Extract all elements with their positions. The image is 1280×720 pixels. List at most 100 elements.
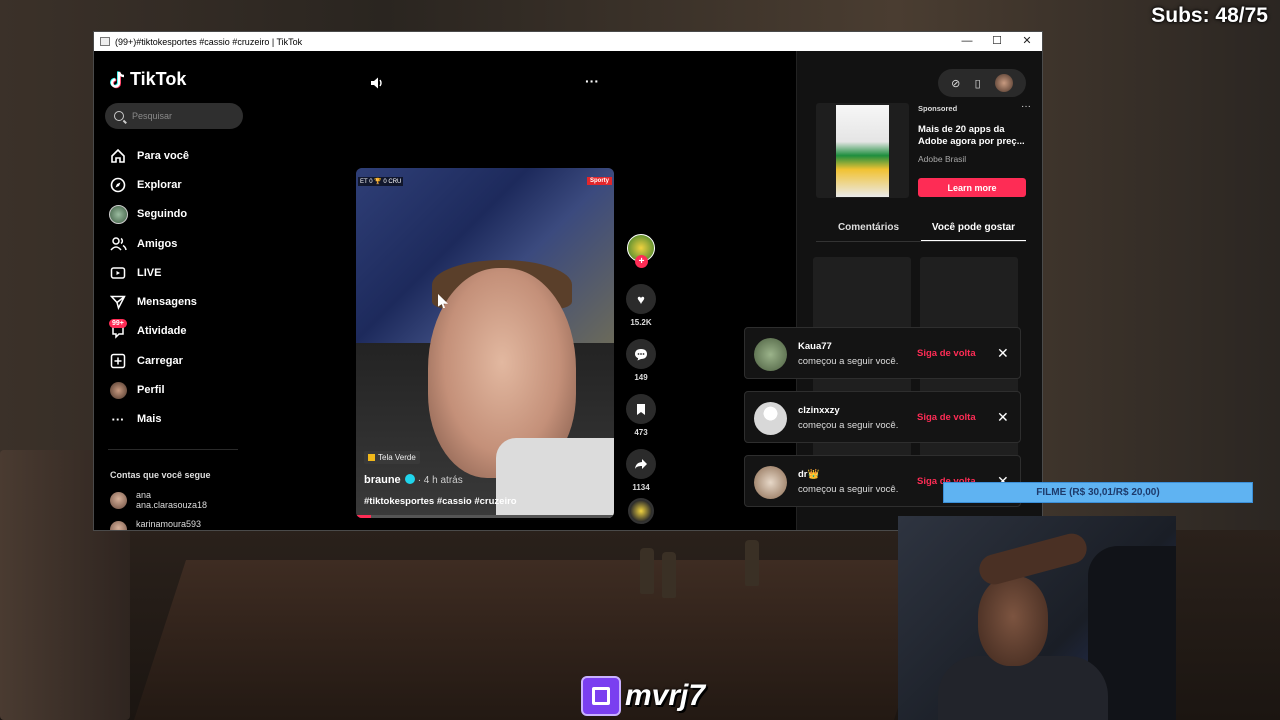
ad-brand[interactable]: Adobe Brasil: [918, 154, 966, 164]
search-icon: [114, 111, 124, 121]
sidebar: TikTok Pesquisar Para você Explorar Segu…: [94, 51, 254, 530]
twitch-handle-overlay: mvrj7: [581, 676, 705, 716]
upload-icon: [108, 351, 128, 371]
tab-comentarios[interactable]: Comentários: [816, 222, 921, 242]
bottle: [745, 540, 759, 586]
friends-icon: [108, 234, 128, 254]
maximize-button[interactable]: ☐: [982, 32, 1012, 51]
tab-voce-pode-gostar[interactable]: Você pode gostar: [921, 222, 1026, 242]
close-button[interactable]: ✕: [1012, 32, 1042, 51]
donation-goal-bar: FILME (R$ 30,01/R$ 20,00): [943, 482, 1253, 503]
window-titlebar[interactable]: (99+)#tiktokesportes #cassio #cruzeiro |…: [94, 32, 1042, 51]
more-icon: ···: [111, 411, 125, 427]
notification-user[interactable]: dr👑: [798, 469, 819, 480]
notification-text: começou a seguir você.: [798, 484, 899, 495]
close-icon[interactable]: ✕: [997, 409, 1009, 426]
sidebar-item-label: Carregar: [137, 354, 183, 367]
streamer-head: [978, 576, 1048, 666]
activity-badge: 99+: [109, 318, 127, 328]
bottle: [640, 548, 654, 594]
sidebar-item-mensagens[interactable]: Mensagens: [108, 287, 248, 316]
sidebar-item-atividade[interactable]: 99+ Atividade: [108, 317, 248, 346]
sponsored-label: Sponsored: [918, 104, 958, 113]
music-disc-icon[interactable]: [628, 498, 654, 524]
video-player[interactable]: ET 0 🏆 0 CRU Sporty Tela Verde braune · 4…: [356, 168, 614, 518]
avatar[interactable]: [754, 466, 787, 499]
minimize-button[interactable]: —: [952, 32, 982, 51]
video-progress-bar[interactable]: [356, 515, 614, 518]
heart-icon[interactable]: ♥: [626, 284, 656, 314]
like-count: 15.2K: [630, 318, 652, 327]
follow-notification: Kaua77 começou a seguir você. Siga de vo…: [744, 327, 1021, 379]
avatar: [110, 491, 127, 509]
streamer-arm: [975, 530, 1091, 588]
avatar[interactable]: [754, 402, 787, 435]
tabs-divider: [816, 241, 1026, 242]
share-icon[interactable]: [626, 449, 656, 479]
ad-thumbnail[interactable]: [816, 103, 909, 198]
notification-user[interactable]: Kaua77: [798, 341, 832, 352]
sidebar-item-live[interactable]: LIVE: [108, 258, 248, 287]
sidebar-item-amigos[interactable]: Amigos: [108, 229, 248, 258]
action-bar: + ♥ 15.2K 149 473 1134: [624, 234, 658, 524]
follow-plus-icon[interactable]: +: [635, 255, 648, 268]
video-caption[interactable]: #tiktokesportes #cassio #cruzeiro: [364, 496, 517, 507]
search-input[interactable]: Pesquisar: [105, 103, 243, 129]
window-title: (99+)#tiktokesportes #cassio #cruzeiro |…: [115, 36, 303, 47]
following-account[interactable]: ana ana.clarasouza18: [110, 490, 250, 510]
sidebar-item-perfil[interactable]: Perfil: [108, 375, 248, 404]
account-handle: karinamoura593: [136, 529, 201, 530]
sidebar-item-carregar[interactable]: Carregar: [108, 346, 248, 375]
mobile-app-icon[interactable]: ▯: [975, 77, 981, 90]
like-action[interactable]: ♥ 15.2K: [624, 284, 658, 327]
window-controls: — ☐ ✕: [952, 32, 1042, 51]
comment-action[interactable]: 149: [624, 339, 658, 382]
sidebar-item-label: Para você: [137, 149, 189, 162]
learn-more-button[interactable]: Learn more: [918, 178, 1026, 197]
close-icon[interactable]: ✕: [997, 345, 1009, 362]
ad-more-options-icon[interactable]: ···: [1021, 101, 1031, 112]
author-avatar[interactable]: +: [627, 234, 655, 268]
sidebar-item-seguindo[interactable]: Seguindo: [108, 200, 248, 229]
follow-back-button[interactable]: Siga de volta: [917, 348, 976, 359]
follow-back-button[interactable]: Siga de volta: [917, 412, 976, 423]
tiktok-logo[interactable]: TikTok: [110, 69, 186, 90]
sidebar-item-label: Seguindo: [137, 208, 188, 221]
ad-image: [836, 105, 889, 197]
sidebar-item-explorar[interactable]: Explorar: [108, 170, 248, 199]
ad-title[interactable]: Mais de 20 apps da Adobe agora por preç.…: [918, 124, 1028, 148]
sidebar-item-label: Explorar: [137, 178, 182, 191]
sidebar-item-para-voce[interactable]: Para você: [108, 141, 248, 170]
panel-tabs: Comentários Você pode gostar: [816, 222, 1026, 242]
video-author-line[interactable]: braune · 4 h atrás: [364, 474, 463, 486]
sidebar-item-mais[interactable]: ··· Mais: [108, 405, 248, 434]
more-options-icon[interactable]: ···: [585, 73, 599, 89]
comment-icon[interactable]: [626, 339, 656, 369]
sidebar-item-label: Atividade: [137, 325, 187, 338]
share-count: 1134: [632, 483, 650, 492]
avatar[interactable]: [754, 338, 787, 371]
webcam-feed: [898, 516, 1176, 720]
save-action[interactable]: 473: [624, 394, 658, 437]
sidebar-divider: [108, 449, 238, 450]
sidebar-item-label: Perfil: [137, 384, 165, 397]
creator-tools-icon[interactable]: ⊘: [951, 77, 960, 90]
user-avatar[interactable]: [994, 74, 1013, 92]
video-progress-fill: [356, 515, 372, 518]
bookmark-icon[interactable]: [626, 394, 656, 424]
notification-text: começou a seguir você.: [798, 356, 899, 367]
twitch-name: mvrj7: [625, 679, 706, 712]
score-overlay: ET 0 🏆 0 CRU: [358, 177, 404, 186]
verified-icon: [404, 474, 415, 484]
share-action[interactable]: 1134: [624, 449, 658, 492]
notification-user[interactable]: clzinxxzy: [798, 405, 840, 416]
sticker-tag[interactable]: Tela Verde: [364, 451, 420, 464]
messages-icon: [108, 292, 128, 312]
video-author[interactable]: braune: [364, 474, 401, 486]
following-account[interactable]: karinamoura593 karinamoura593: [110, 519, 250, 530]
volume-icon[interactable]: [370, 76, 384, 95]
subs-counter: Subs: 48/75: [1151, 4, 1268, 27]
comment-count: 149: [634, 373, 648, 382]
profile-icon: [108, 380, 128, 400]
avatar: [110, 520, 127, 530]
